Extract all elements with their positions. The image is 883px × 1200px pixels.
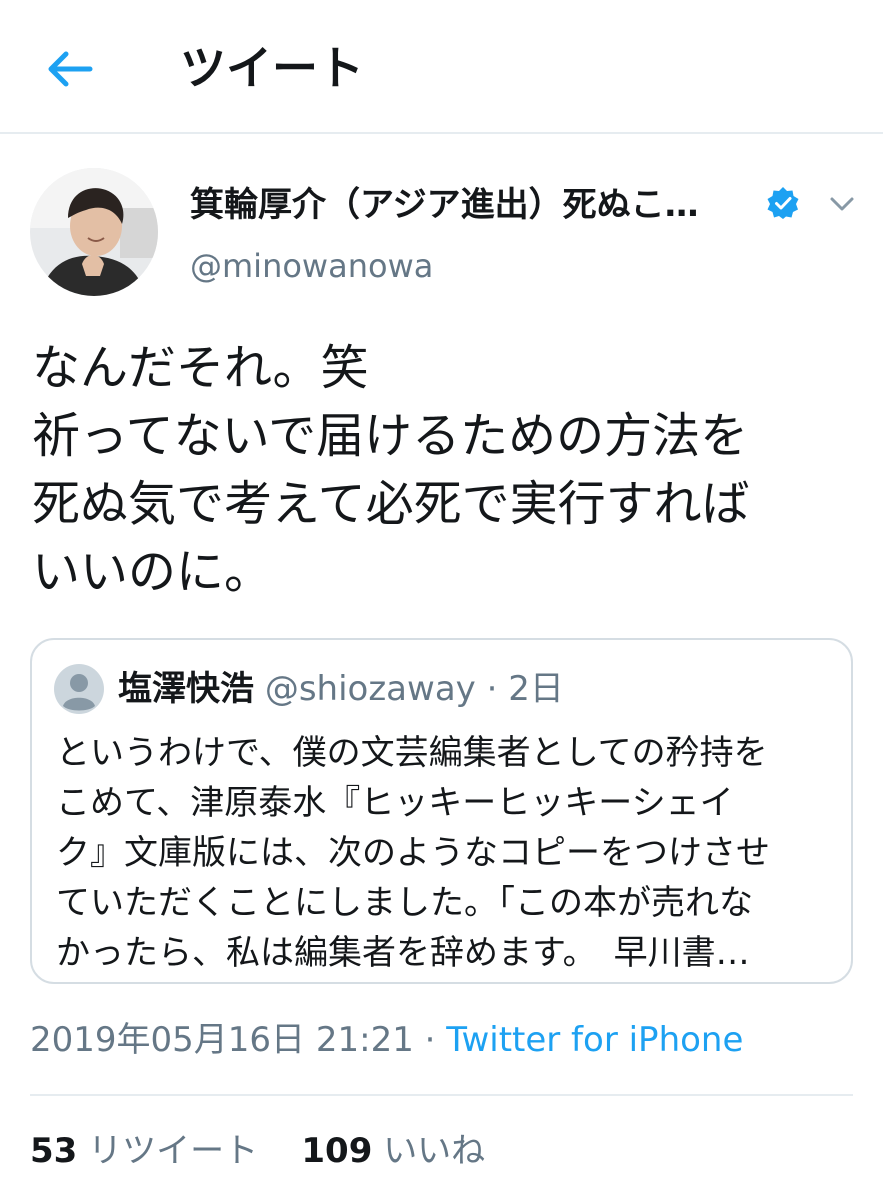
tweet-text-line: 祈ってないで届けるための方法を xyxy=(32,408,749,464)
quoted-author-handle: @shiozaway xyxy=(264,669,476,709)
quoted-text-line: かったら、私は編集者を辞めます。 早川書… xyxy=(56,933,750,973)
avatar[interactable] xyxy=(30,168,158,296)
author-handle[interactable]: @minowanowa xyxy=(190,244,433,288)
tweet-timestamp: 2019年05月16日 21:21 xyxy=(30,1020,414,1060)
quoted-tweet-card[interactable]: 塩澤快浩 @shiozaway · 2日 というわけで、僕の文芸編集者としての矜… xyxy=(30,638,853,984)
quoted-author-name: 塩澤快浩 xyxy=(118,669,254,709)
separator-dot: · xyxy=(424,1020,436,1060)
verified-badge-icon xyxy=(767,187,799,219)
divider xyxy=(30,1094,853,1096)
app-header: ツイート xyxy=(0,0,883,134)
avatar-photo xyxy=(30,168,158,296)
source-link[interactable]: Twitter for iPhone xyxy=(446,1020,743,1060)
default-avatar-icon xyxy=(54,664,104,714)
tweet-text: なんだそれ。笑 祈ってないで届けるための方法を 死ぬ気で考えて必死で実行すれば … xyxy=(32,334,862,606)
tweet-text-line: いいのに。 xyxy=(32,544,273,600)
page-title: ツイート xyxy=(180,41,364,95)
separator-dot: · xyxy=(486,669,498,709)
quoted-text-line: というわけで、僕の文芸編集者としての矜持を xyxy=(56,733,768,773)
quoted-tweet-header: 塩澤快浩 @shiozaway · 2日 xyxy=(118,666,564,712)
tweet-text-line: なんだそれ。笑 xyxy=(32,340,369,396)
tweet-text-line: 死ぬ気で考えて必死で実行すれば xyxy=(32,476,750,532)
retweets-stat[interactable]: 53 リツイート xyxy=(30,1131,269,1171)
retweets-label: リツイート xyxy=(88,1131,259,1171)
quoted-tweet-text: というわけで、僕の文芸編集者としての矜持を こめて、津原泰水『ヒッキーヒッキーシ… xyxy=(56,728,846,978)
tweet-meta: 2019年05月16日 21:21 · Twitter for iPhone xyxy=(30,1016,743,1064)
author-display-name[interactable]: 箕輪厚介（アジア進出）死ぬこ… xyxy=(190,180,699,230)
likes-label: いいね xyxy=(383,1131,486,1171)
chevron-down-icon[interactable] xyxy=(822,186,862,220)
tweet-stats: 53 リツイート 109 いいね xyxy=(30,1128,485,1174)
likes-stat[interactable]: 109 いいね xyxy=(301,1131,485,1171)
quoted-text-line: ていただくことにしました。「この本が売れな xyxy=(56,883,753,923)
quoted-text-line: こめて、津原泰水『ヒッキーヒッキーシェイ xyxy=(56,783,734,823)
quoted-text-line: ク』文庫版には、次のようなコピーをつけさせ xyxy=(56,833,770,873)
back-arrow-icon[interactable] xyxy=(40,44,96,94)
likes-count: 109 xyxy=(301,1131,373,1171)
quoted-timestamp: 2日 xyxy=(508,669,564,709)
retweets-count: 53 xyxy=(30,1131,78,1171)
